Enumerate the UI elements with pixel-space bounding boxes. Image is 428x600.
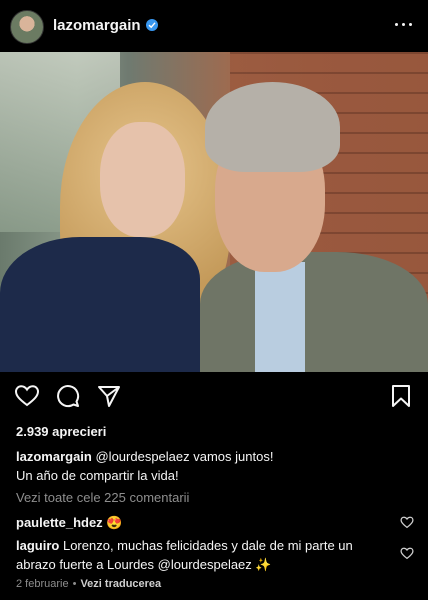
post-header: lazomargain — [0, 0, 428, 52]
likes-count[interactable]: 2.939 aprecieri — [16, 424, 106, 439]
comment-like-heart-icon[interactable] — [400, 516, 414, 529]
caption-text-line1: vamos juntos! — [189, 449, 274, 464]
person-right-hair — [205, 82, 340, 172]
comment-username[interactable]: paulette_hdez — [16, 515, 103, 530]
see-translation-link[interactable]: Vezi traducerea — [80, 578, 161, 590]
share-send-icon[interactable] — [97, 384, 121, 408]
comment-like-heart-icon[interactable] — [400, 547, 414, 560]
post-username[interactable]: lazomargain — [53, 17, 158, 34]
person-left-face — [100, 122, 185, 237]
caption-mention[interactable]: @lourdespelaez — [95, 449, 189, 464]
person-right-jacket — [200, 252, 428, 372]
comment-text: 😍 — [106, 515, 123, 530]
separator-dot: • — [72, 578, 77, 590]
username-text[interactable]: lazomargain — [53, 17, 141, 34]
more-options-icon[interactable] — [394, 14, 414, 34]
person-right-shirt — [255, 262, 305, 372]
caption-text-line2: Un año de compartir la vida! — [16, 468, 179, 483]
comment-bubble-icon[interactable] — [56, 384, 80, 408]
comment-text: Lorenzo, muchas felicidades y dale de mi… — [16, 538, 353, 572]
avatar[interactable] — [10, 10, 44, 44]
post-image[interactable] — [0, 52, 428, 372]
caption-username[interactable]: lazomargain — [16, 449, 92, 464]
comment-item: laguiro Lorenzo, muchas felicidades y da… — [16, 536, 386, 574]
like-heart-icon[interactable] — [14, 384, 40, 408]
post-date-row: 2 februarie • Vezi traducerea — [16, 578, 161, 590]
post-date: 2 februarie — [16, 578, 69, 590]
comment-item: paulette_hdez 😍 — [16, 513, 386, 532]
comment-username[interactable]: laguiro — [16, 538, 59, 553]
verified-badge-icon — [145, 19, 158, 31]
save-bookmark-icon[interactable] — [390, 384, 412, 408]
action-bar — [0, 384, 428, 414]
view-all-comments-link[interactable]: Vezi toate cele 225 comentarii — [16, 490, 189, 505]
person-left-jacket — [0, 237, 200, 372]
post-caption: lazomargain @lourdespelaez vamos juntos!… — [16, 447, 416, 485]
